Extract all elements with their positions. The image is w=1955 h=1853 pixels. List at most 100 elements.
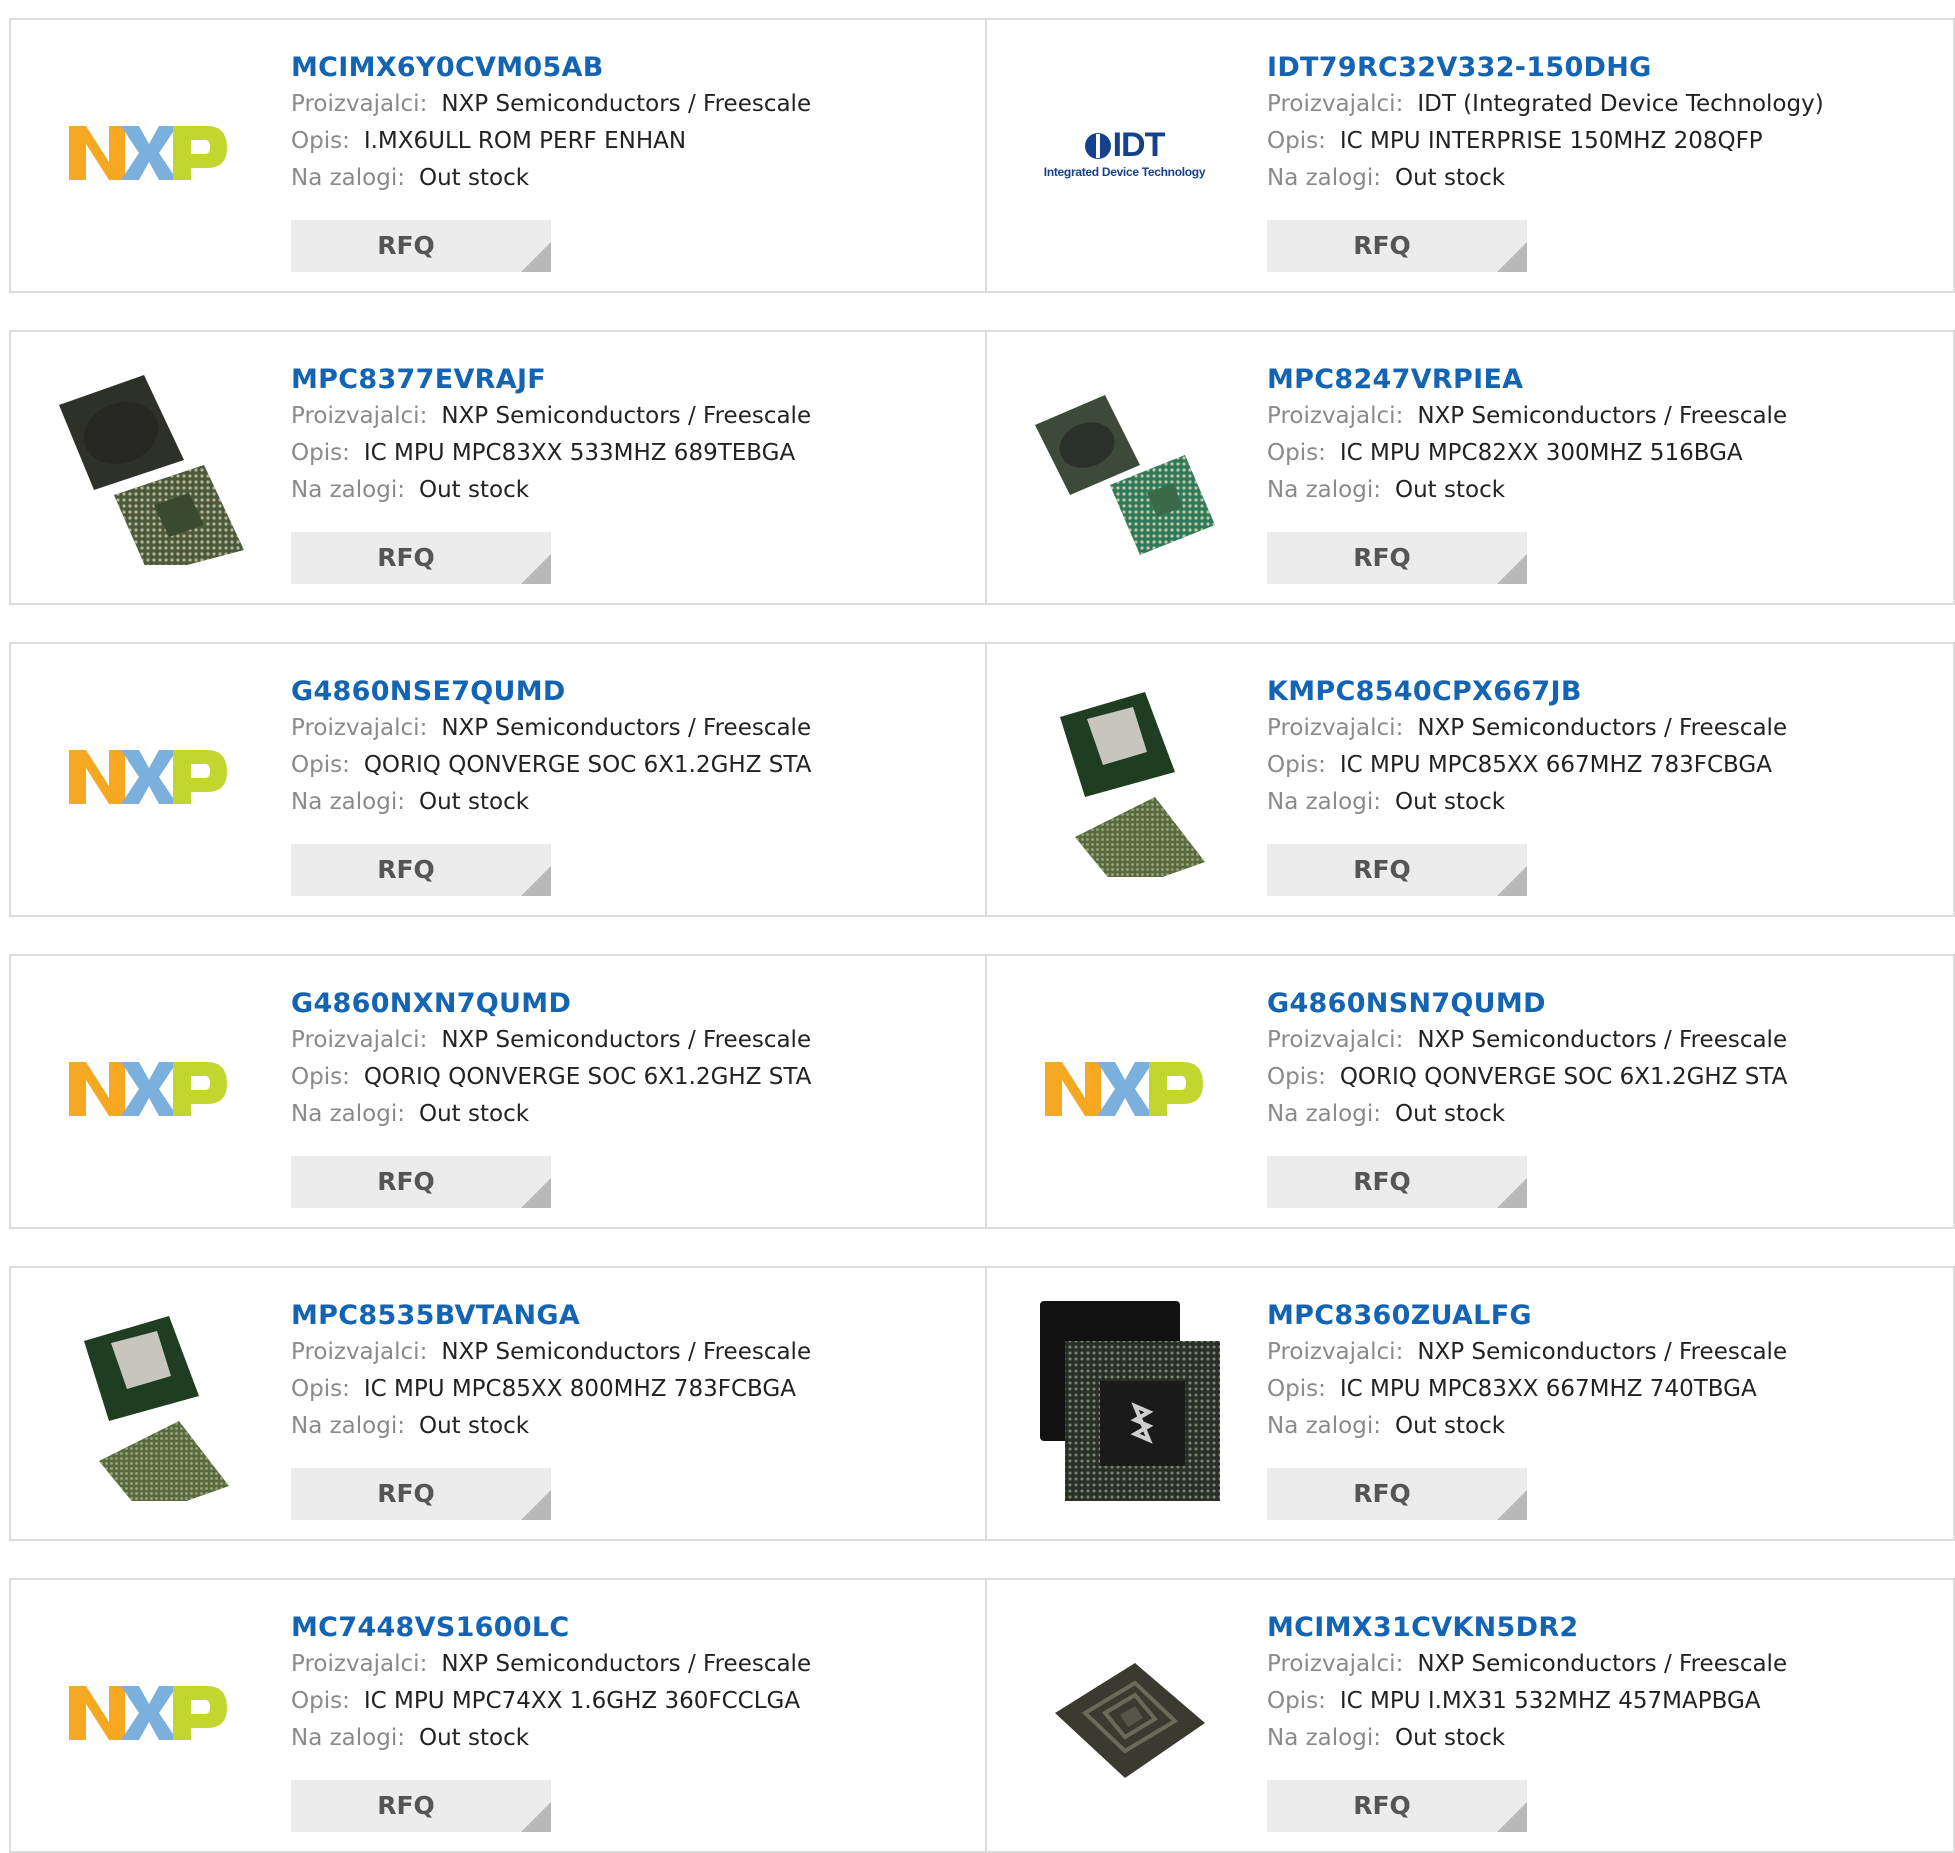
product-image[interactable] [41,357,256,572]
description-value: IC MPU MPC85XX 667MHZ 783FCBGA [1339,752,1772,778]
rfq-button-label: RFQ [1353,1791,1411,1820]
rfq-button[interactable]: RFQ [291,1468,551,1520]
manufacturer-value: NXP Semiconductors / Freescale [441,1027,812,1053]
manufacturer-row: Proizvajalci: NXP Semiconductors / Freesc… [1267,1646,1787,1683]
product-info: MPC8377EVRAJF Proizvajalci: NXP Semicondu… [291,362,811,509]
part-number-link[interactable]: KMPC8540CPX667JB [1267,674,1787,710]
description-row: Opis: IC MPU MPC83XX 667MHZ 740TBGA [1267,1371,1787,1408]
idt-mark-icon [1084,132,1111,159]
rfq-button[interactable]: RFQ [1267,844,1527,896]
rfq-button[interactable]: RFQ [291,1780,551,1832]
description-label: Opis: [291,1376,350,1402]
rfq-button-label: RFQ [1353,855,1411,884]
product-image[interactable] [1017,981,1232,1196]
part-number-link[interactable]: MPC8535BVTANGA [291,1298,811,1334]
description-row: Opis: IC MPU MPC85XX 800MHZ 783FCBGA [291,1371,811,1408]
description-row: Opis: IC MPU I.MX31 532MHZ 457MAPBGA [1267,1683,1787,1720]
part-number-link[interactable]: MPC8377EVRAJF [291,362,811,398]
rfq-button[interactable]: RFQ [291,844,551,896]
description-value: IC MPU MPC83XX 533MHZ 689TEBGA [363,440,796,466]
part-number-link[interactable]: MC7448VS1600LC [291,1610,811,1646]
product-image[interactable] [41,981,256,1196]
stock-row: Na zalogi: Out stock [1267,1720,1787,1757]
description-row: Opis: I.MX6ULL ROM PERF ENHAN [291,123,811,160]
product-image[interactable] [1017,1605,1232,1820]
product-image[interactable] [1017,357,1232,572]
stock-row: Na zalogi: Out stock [291,1408,811,1445]
product-image[interactable] [41,45,256,260]
manufacturer-value: NXP Semiconductors / Freescale [441,1339,812,1365]
product-image[interactable] [41,1605,256,1820]
stock-row: Na zalogi: Out stock [291,1720,811,1757]
rfq-button-label: RFQ [1353,543,1411,572]
part-number-link[interactable]: MCIMX6Y0CVM05AB [291,50,811,86]
nxp-logo-icon [68,1685,227,1740]
product-info: MPC8535BVTANGA Proizvajalci: NXP Semicond… [291,1298,811,1445]
manufacturer-label: Proizvajalci: [1267,91,1404,117]
stock-value: Out stock [1394,1725,1506,1751]
rfq-button[interactable]: RFQ [1267,532,1527,584]
stock-label: Na zalogi: [1267,789,1381,815]
product-image[interactable] [1017,1293,1232,1508]
manufacturer-row: Proizvajalci: NXP Semiconductors / Freesc… [1267,398,1787,435]
rfq-button[interactable]: RFQ [1267,1468,1527,1520]
product-image[interactable] [41,669,256,884]
product-row: MCIMX6Y0CVM05AB Proizvajalci: NXP Semicon… [9,18,1955,293]
rfq-button-label: RFQ [377,1791,435,1820]
rfq-button-label: RFQ [377,1479,435,1508]
description-value: QORIQ QONVERGE SOC 6X1.2GHZ STA [363,752,812,778]
rfq-corner-decoration [1497,242,1527,272]
rfq-button[interactable]: RFQ [1267,1156,1527,1208]
stock-row: Na zalogi: Out stock [1267,1408,1787,1445]
description-value: IC MPU MPC82XX 300MHZ 516BGA [1339,440,1743,466]
part-number-link[interactable]: IDT79RC32V332-150DHG [1267,50,1824,86]
manufacturer-row: Proizvajalci: NXP Semiconductors / Freesc… [291,1022,811,1059]
stock-value: Out stock [418,1725,530,1751]
stock-value: Out stock [418,477,530,503]
manufacturer-value: NXP Semiconductors / Freescale [441,715,812,741]
description-value: IC MPU MPC83XX 667MHZ 740TBGA [1339,1376,1757,1402]
description-label: Opis: [291,1688,350,1714]
stock-value: Out stock [1394,1413,1506,1439]
rfq-button[interactable]: RFQ [291,1156,551,1208]
rfq-button-label: RFQ [1353,1479,1411,1508]
rfq-button[interactable]: RFQ [1267,1780,1527,1832]
rfq-button[interactable]: RFQ [1267,220,1527,272]
stock-label: Na zalogi: [291,1725,405,1751]
fcbga-chip-icon [83,1315,229,1501]
stock-label: Na zalogi: [291,165,405,191]
stock-label: Na zalogi: [1267,1725,1381,1751]
part-number-link[interactable]: G4860NSN7QUMD [1267,986,1787,1022]
product-row: MPC8377EVRAJF Proizvajalci: NXP Semicondu… [9,330,1955,605]
description-label: Opis: [291,440,350,466]
description-label: Opis: [1267,440,1326,466]
rfq-button[interactable]: RFQ [291,220,551,272]
manufacturer-label: Proizvajalci: [291,91,428,117]
manufacturer-label: Proizvajalci: [1267,715,1404,741]
product-grid: MCIMX6Y0CVM05AB Proizvajalci: NXP Semicon… [0,0,1955,1853]
nxp-logo-icon [68,125,227,180]
product-info: MPC8360ZUALFG Proizvajalci: NXP Semicondu… [1267,1298,1787,1445]
description-label: Opis: [1267,1376,1326,1402]
part-number-link[interactable]: G4860NSE7QUMD [291,674,811,710]
stock-value: Out stock [418,1413,530,1439]
product-image[interactable] [41,1293,256,1508]
manufacturer-label: Proizvajalci: [291,403,428,429]
product-image[interactable] [1017,669,1232,884]
rfq-button[interactable]: RFQ [291,532,551,584]
product-card: MPC8535BVTANGA Proizvajalci: NXP Semicond… [9,1266,987,1541]
stock-row: Na zalogi: Out stock [291,784,811,821]
product-info: MCIMX31CVKN5DR2 Proizvajalci: NXP Semicon… [1267,1610,1787,1757]
description-label: Opis: [1267,128,1326,154]
part-number-link[interactable]: MCIMX31CVKN5DR2 [1267,1610,1787,1646]
product-image[interactable]: IDT Integrated Device Technology [1017,45,1232,260]
part-number-link[interactable]: MPC8360ZUALFG [1267,1298,1787,1334]
description-row: Opis: IC MPU MPC74XX 1.6GHZ 360FCCLGA [291,1683,811,1720]
description-label: Opis: [1267,752,1326,778]
part-number-link[interactable]: MPC8247VRPIEA [1267,362,1787,398]
part-number-link[interactable]: G4860NXN7QUMD [291,986,811,1022]
product-card: IDT Integrated Device Technology IDT79RC… [987,18,1955,293]
stock-row: Na zalogi: Out stock [291,472,811,509]
description-value: I.MX6ULL ROM PERF ENHAN [363,128,687,154]
product-card: G4860NSN7QUMD Proizvajalci: NXP Semicondu… [987,954,1955,1229]
